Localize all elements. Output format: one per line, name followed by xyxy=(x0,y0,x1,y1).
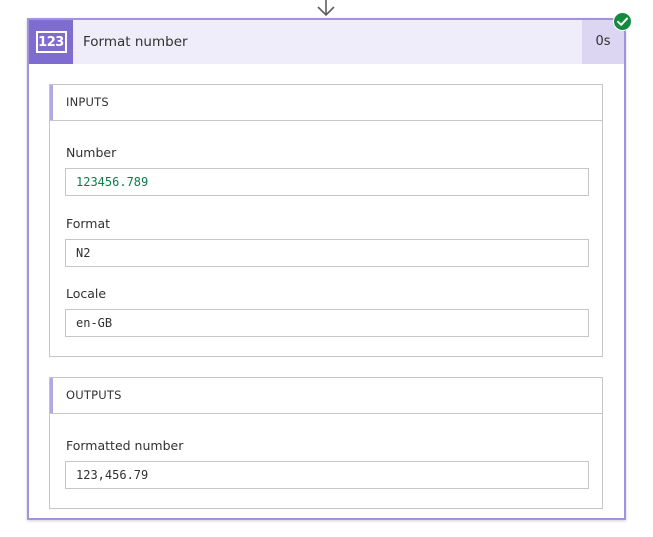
inputs-section: INPUTS Number 123456.789 Format N2 Local… xyxy=(49,84,603,357)
outputs-heading: OUTPUTS xyxy=(50,378,602,414)
action-icon-label: 123 xyxy=(35,31,67,53)
down-arrow-icon xyxy=(317,0,335,17)
outputs-section: OUTPUTS Formatted number 123,456.79 xyxy=(49,377,603,509)
locale-value[interactable]: en-GB xyxy=(65,309,589,337)
locale-label: Locale xyxy=(66,286,107,301)
check-circle-icon xyxy=(613,12,632,31)
format-value[interactable]: N2 xyxy=(65,239,589,267)
action-card-format-number[interactable]: 123 Format number 0s INPUTS Number 12345… xyxy=(27,12,632,520)
number-value[interactable]: 123456.789 xyxy=(65,168,589,196)
number-format-icon: 123 xyxy=(29,20,73,64)
action-title: Format number xyxy=(83,34,188,50)
inputs-heading: INPUTS xyxy=(50,85,602,121)
formatted-number-label: Formatted number xyxy=(66,438,184,453)
format-label: Format xyxy=(66,216,111,231)
action-card-header[interactable]: 123 Format number 0s xyxy=(29,20,624,64)
number-label: Number xyxy=(66,145,117,160)
formatted-number-value[interactable]: 123,456.79 xyxy=(65,461,589,489)
